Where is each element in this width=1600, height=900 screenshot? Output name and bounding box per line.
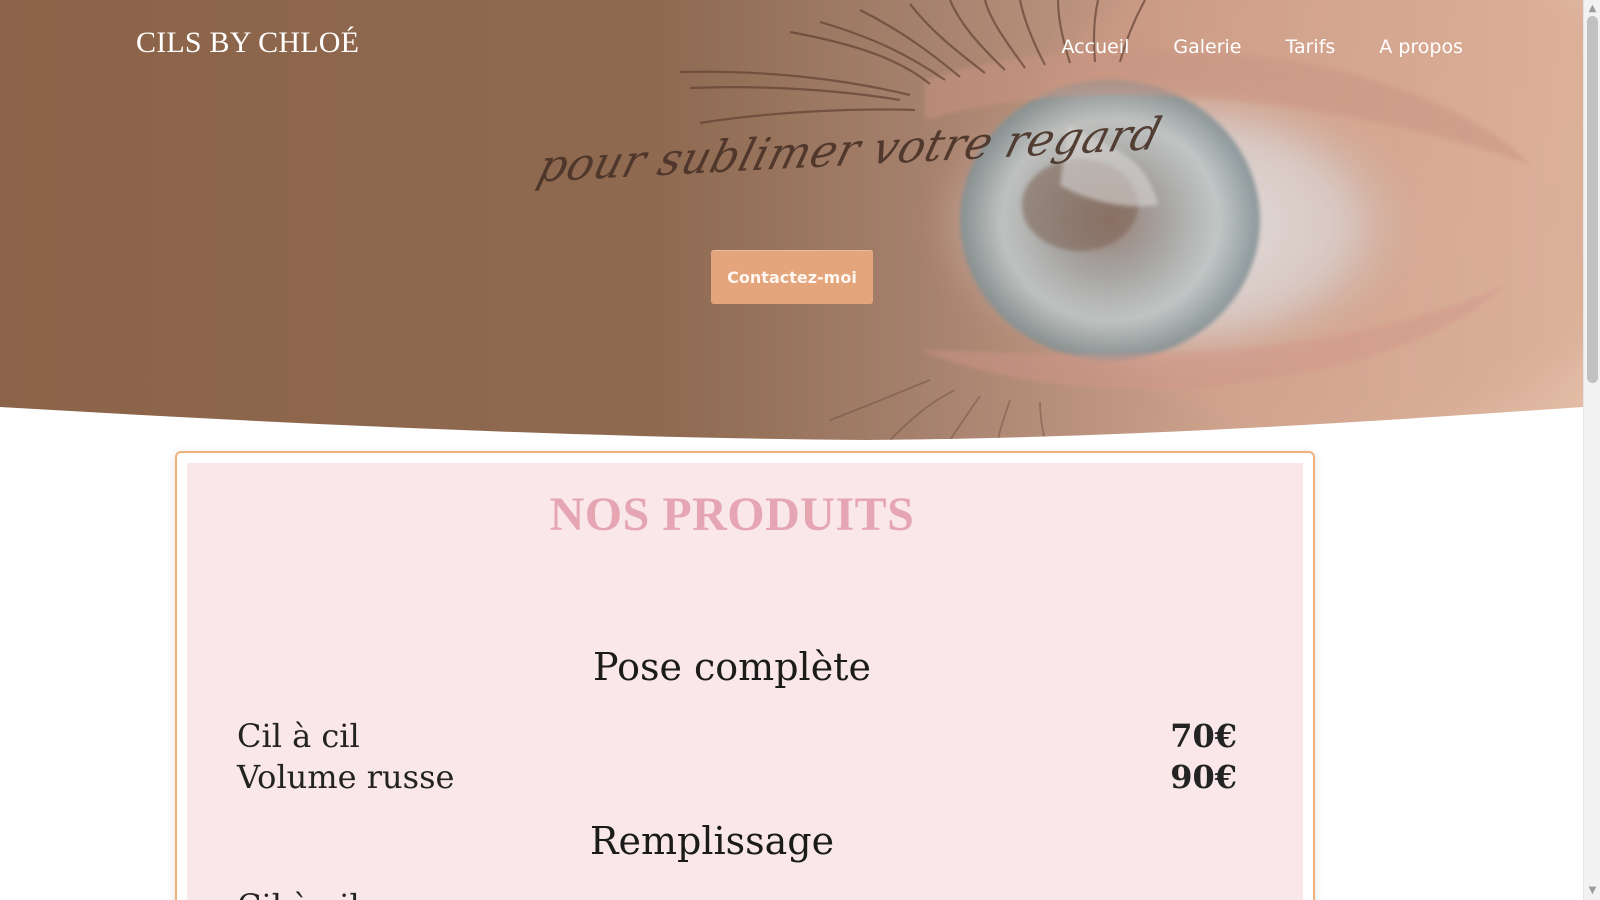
products-panel: NOS PRODUITS Pose complète Cil à cil 70€…	[187, 463, 1303, 900]
contact-button[interactable]: Contactez-moi	[711, 250, 873, 304]
price-row: Cil à cil 70€	[237, 717, 1237, 757]
nav-link-tarifs[interactable]: Tarifs	[1286, 36, 1336, 58]
chevron-down-icon[interactable]: ▼	[1587, 885, 1598, 897]
nav-link-galerie[interactable]: Galerie	[1173, 36, 1241, 58]
service-price: 70€	[1170, 717, 1237, 755]
main-nav: Accueil Galerie Tarifs A propos	[1062, 36, 1463, 58]
products-title: NOS PRODUITS	[549, 488, 915, 541]
scroll-thumb[interactable]	[1587, 16, 1598, 383]
category-title-pose-complete: Pose complète	[593, 645, 871, 689]
nav-link-accueil[interactable]: Accueil	[1062, 36, 1130, 58]
price-row: Volume russe 90€	[237, 758, 1237, 798]
service-name: Cil à cil	[237, 717, 360, 755]
site-logo[interactable]: CILS BY CHLOÉ	[136, 26, 359, 60]
page: CILS BY CHLOÉ Accueil Galerie Tarifs A p…	[0, 0, 1583, 900]
nav-link-a-propos[interactable]: A propos	[1379, 36, 1463, 58]
products-card: NOS PRODUITS Pose complète Cil à cil 70€…	[175, 451, 1315, 900]
category-title-remplissage: Remplissage	[589, 819, 835, 863]
service-name: Volume russe	[237, 758, 455, 796]
hero-image	[0, 0, 1583, 440]
vertical-scrollbar[interactable]: ▲ ▼	[1583, 0, 1600, 900]
price-row: Cil à cil	[237, 887, 1237, 900]
service-name: Cil à cil	[237, 887, 360, 900]
hero-banner: CILS BY CHLOÉ Accueil Galerie Tarifs A p…	[0, 0, 1583, 440]
chevron-up-icon[interactable]: ▲	[1587, 3, 1598, 15]
service-price: 90€	[1170, 758, 1237, 796]
